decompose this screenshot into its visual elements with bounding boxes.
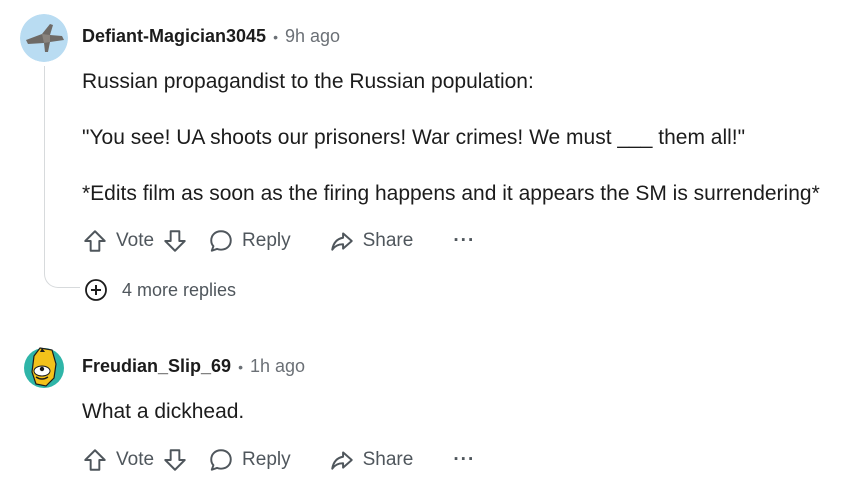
share-label: Share <box>362 449 414 470</box>
vote-group: Vote <box>82 447 188 473</box>
arrow-up-icon[interactable] <box>82 447 108 473</box>
vote-label: Vote <box>116 449 155 470</box>
vote-label: Vote <box>116 230 155 251</box>
timestamp[interactable]: 9h ago <box>285 26 340 47</box>
timestamp[interactable]: 1h ago <box>250 356 305 377</box>
share-arrow-icon <box>329 228 355 254</box>
arrow-up-icon[interactable] <box>82 228 108 254</box>
arrow-down-icon[interactable] <box>162 447 188 473</box>
more-options-label: ··· <box>453 230 476 251</box>
meta-separator: • <box>273 28 278 45</box>
reply-label: Reply <box>242 449 291 470</box>
more-replies-button[interactable]: 4 more replies <box>84 278 236 302</box>
comment-actions: Vote Reply Share ··· <box>82 447 475 473</box>
comment-paragraph: What a dickhead. <box>82 400 245 423</box>
avatar[interactable] <box>20 344 68 392</box>
comment-paragraph: *Edits film as soon as the firing happen… <box>82 182 820 205</box>
share-arrow-icon <box>329 447 355 473</box>
reply-button[interactable]: Reply <box>208 447 291 473</box>
avatar[interactable] <box>20 14 68 62</box>
avatar-snoo-image <box>20 344 68 392</box>
more-options-button[interactable]: ··· <box>453 449 475 471</box>
comment-paragraph: "You see! UA shoots our prisoners! War c… <box>82 126 746 149</box>
comment-meta: Freudian_Slip_69 • 1h ago <box>82 356 305 377</box>
more-options-label: ··· <box>453 449 476 470</box>
reply-button[interactable]: Reply <box>208 228 291 254</box>
speech-bubble-icon <box>208 228 234 254</box>
speech-bubble-icon <box>208 447 234 473</box>
share-label: Share <box>362 230 414 251</box>
arrow-down-icon[interactable] <box>162 228 188 254</box>
vote-group: Vote <box>82 228 188 254</box>
share-button[interactable]: Share <box>329 228 414 254</box>
share-button[interactable]: Share <box>329 447 414 473</box>
reply-label: Reply <box>242 230 291 251</box>
author-name[interactable]: Freudian_Slip_69 <box>82 356 231 377</box>
avatar-jet-image <box>20 14 68 62</box>
comment-meta: Defiant-Magician3045 • 9h ago <box>82 26 340 47</box>
plus-circle-icon <box>84 278 108 302</box>
thread-line <box>44 66 80 288</box>
comment-actions: Vote Reply Share ··· <box>82 228 475 254</box>
comment-paragraph: Russian propagandist to the Russian popu… <box>82 70 534 93</box>
more-options-button[interactable]: ··· <box>453 230 475 252</box>
meta-separator: • <box>238 358 243 375</box>
author-name[interactable]: Defiant-Magician3045 <box>82 26 266 47</box>
more-replies-label: 4 more replies <box>122 279 237 300</box>
